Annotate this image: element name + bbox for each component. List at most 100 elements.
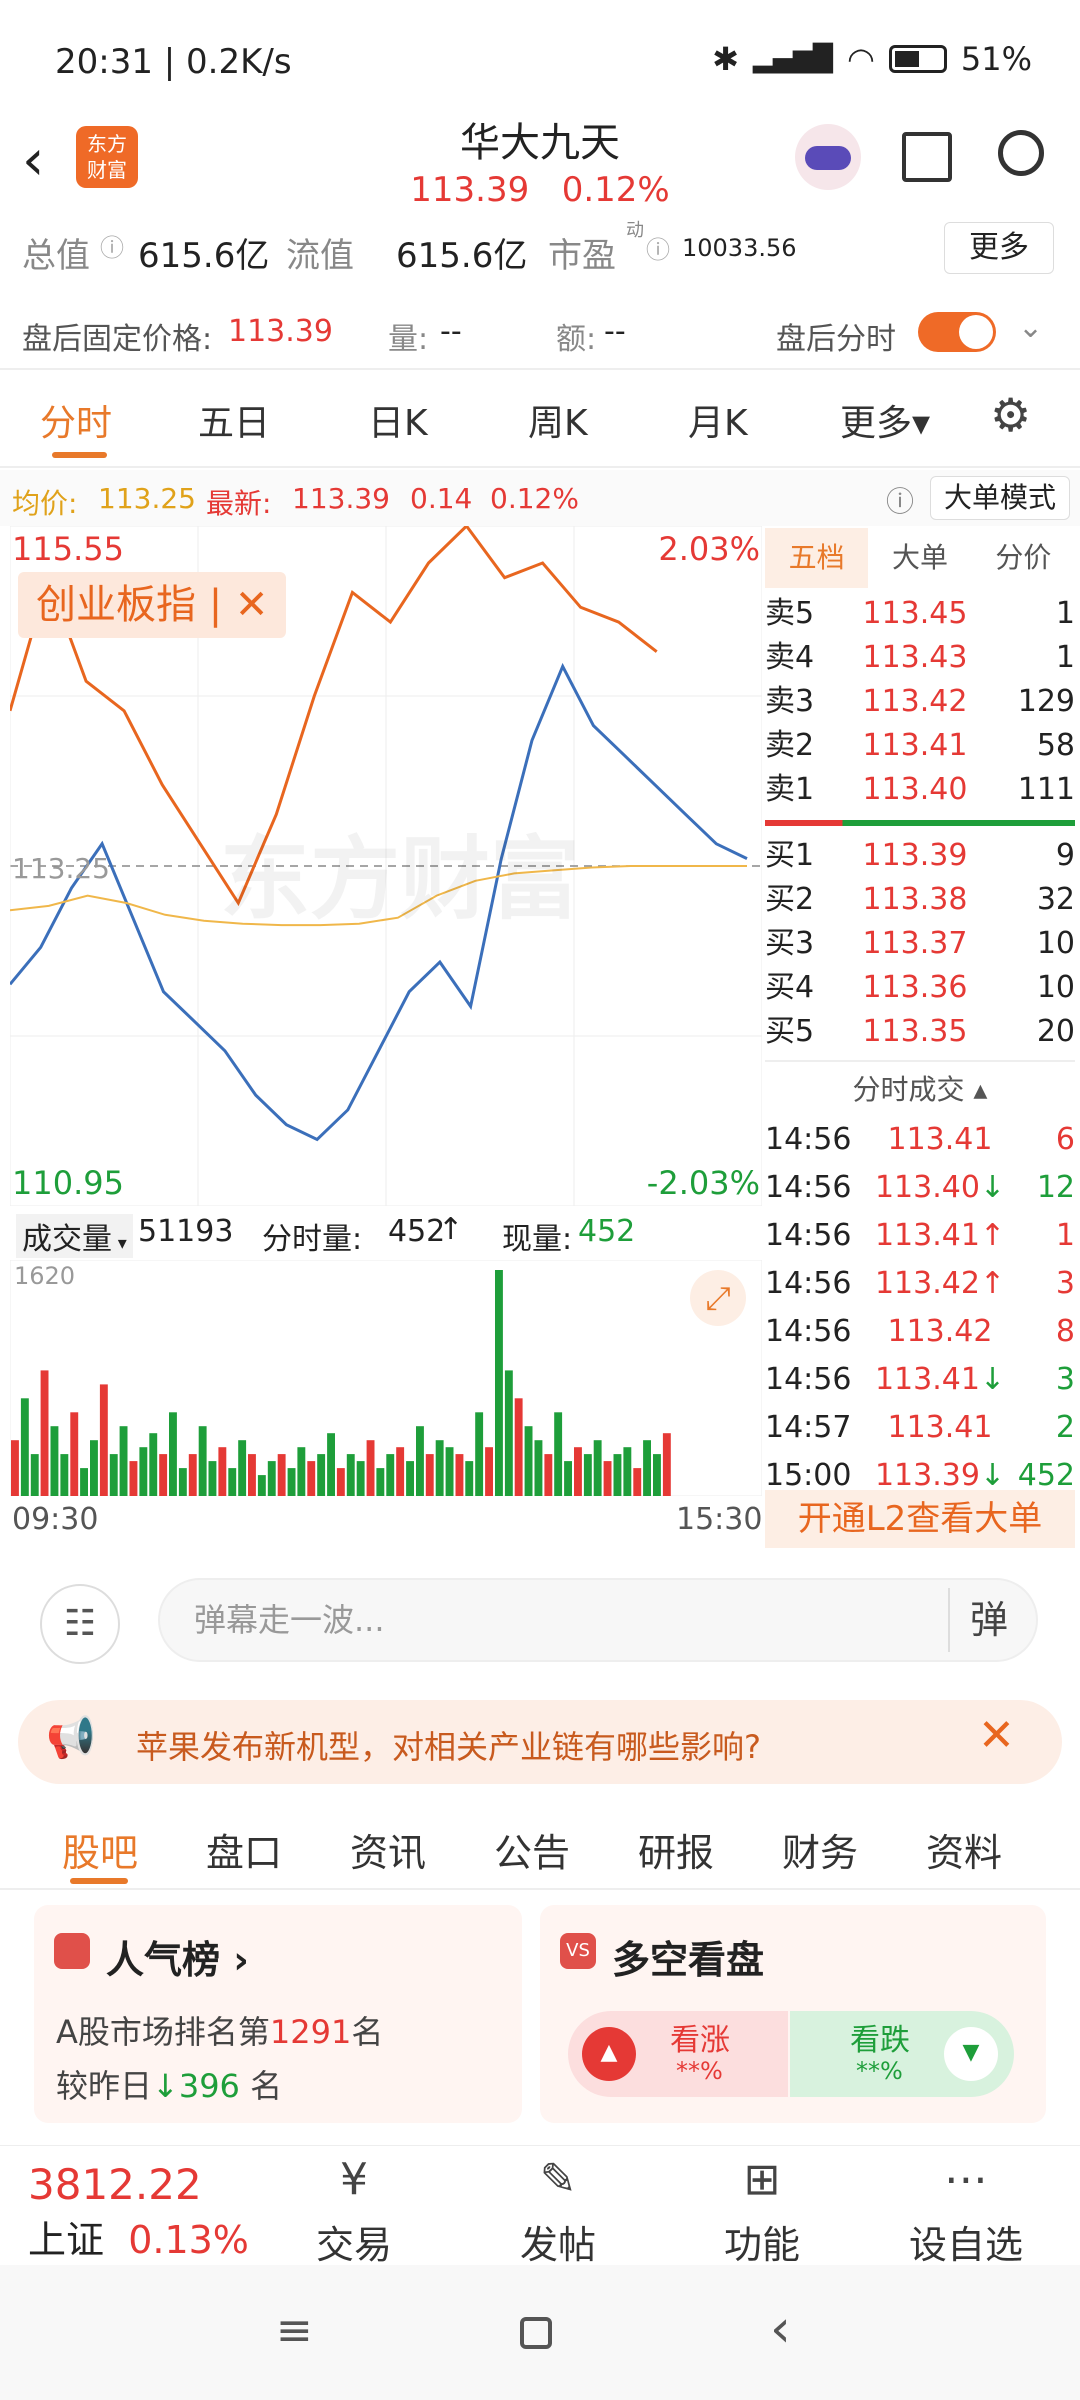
big-order-mode-button[interactable]: 大单模式 [930, 476, 1070, 520]
tab-big-orders[interactable]: 大单 [868, 528, 971, 588]
volume-bar [574, 1447, 582, 1496]
index-overlay-tag[interactable]: 创业板指 | ✕ [18, 572, 287, 638]
tab-daily-k[interactable]: 日K [368, 394, 428, 446]
vote-up-button[interactable]: ▲ 看涨 **% [568, 2011, 788, 2097]
tab-quote[interactable]: 盘口 [206, 1822, 282, 1877]
volume-bar [366, 1440, 375, 1496]
watermark: 东方财富 [220, 827, 580, 932]
tab-weekly-k[interactable]: 周K [528, 394, 588, 446]
search-icon[interactable] [998, 130, 1044, 176]
robot-assistant-icon[interactable] [795, 124, 861, 190]
vote-down-button[interactable]: 看跌 **% ▼ [790, 2011, 1014, 2097]
tab-research[interactable]: 研报 [638, 1822, 714, 1877]
tab-announcements[interactable]: 公告 [494, 1822, 570, 1877]
minute-volume: 452 [388, 1214, 446, 1249]
vote-down-value: **% [856, 2057, 903, 2085]
after-volume-label: 量: [388, 322, 429, 357]
volume-bar [208, 1461, 217, 1496]
trade-price: 113.41 [865, 1116, 1015, 1164]
tab-forum[interactable]: 股吧 [62, 1822, 138, 1877]
gear-icon[interactable]: ⚙ [990, 388, 1031, 442]
news-banner[interactable]: 📢 苹果发布新机型，对相关产业链有哪些影响? ✕ [18, 1700, 1062, 1784]
volume-bar [534, 1440, 543, 1496]
bid-level: 买4 [765, 970, 815, 1005]
trade-row: 14:56 113.41↓ 3 [765, 1356, 1075, 1404]
intraday-chart[interactable]: 115.55 2.03% 110.95 -2.03% 113.25 创业板指 |… [8, 523, 763, 1207]
after-chart-toggle[interactable] [918, 312, 996, 352]
more-stats-button[interactable]: 更多 [944, 222, 1054, 274]
volume-bar [376, 1468, 385, 1496]
help-icon[interactable]: ⓘ [886, 480, 914, 520]
volume-bar [514, 1398, 523, 1496]
tab-financials[interactable]: 财务 [782, 1822, 858, 1877]
home-icon[interactable] [520, 2317, 552, 2349]
tab-intraday[interactable]: 分时 [40, 394, 112, 446]
share-icon[interactable] [902, 132, 952, 182]
index-ticker[interactable]: 3812.22 上证 0.13% [28, 2160, 249, 2264]
volume-bar [455, 1454, 464, 1496]
popularity-card[interactable]: 人气榜 › A股市场排名第1291名 较昨日↓396 名 [34, 1905, 522, 2123]
trade-volume: 12 [1036, 1170, 1075, 1205]
ask-row: 卖5 113.45 1 [765, 592, 1075, 636]
tab-five-levels[interactable]: 五档 [765, 528, 869, 588]
tab-five-day[interactable]: 五日 [198, 394, 270, 446]
tab-price-dist[interactable]: 分价 [972, 528, 1075, 588]
time-end: 15:30 [676, 1502, 763, 1537]
trade-time: 14:56 [765, 1122, 852, 1157]
danmaku-toggle-button[interactable]: 弹 [948, 1588, 1028, 1652]
danmaku-input[interactable]: 弹幕走一波... [158, 1578, 1038, 1662]
ask-price: 113.45 [862, 596, 968, 631]
chart-ref-price: 113.25 [12, 852, 110, 885]
trade-price-value: 113.41 [887, 1410, 993, 1445]
up-triangle-icon: ▲ [582, 2027, 636, 2081]
tab-profile[interactable]: 资料 [926, 1822, 1002, 1877]
l2-upgrade-link[interactable]: 开通L2查看大单 [765, 1490, 1075, 1548]
signal-icon: ▂▄▆█ [752, 44, 833, 74]
volume-chart[interactable]: 1620 ⤢ [9, 1259, 763, 1497]
volume-bar [593, 1440, 602, 1496]
volume-bar [633, 1468, 642, 1496]
info-icon[interactable]: ⓘ [100, 228, 124, 263]
system-nav-bar: ≡ ‹ [0, 2265, 1080, 2400]
menu-icon[interactable]: ≡ [276, 2305, 313, 2356]
volume-bar [11, 1440, 19, 1496]
volume-bar [485, 1447, 493, 1496]
bid-volume: 32 [1036, 882, 1075, 917]
vote-down-label: 看跌 [850, 2023, 910, 2058]
close-icon[interactable]: ✕ [978, 1710, 1015, 1761]
avg-price-label: 均价: [12, 487, 78, 520]
expand-icon[interactable]: ⤢ [690, 1270, 746, 1326]
tab-monthly-k[interactable]: 月K [688, 394, 748, 446]
volume-total: 51193 [138, 1214, 234, 1249]
nav-functions[interactable]: ⊞ 功能 [692, 2154, 832, 2269]
danmaku-settings-icon[interactable]: ☷ [40, 1584, 120, 1664]
volume-selector[interactable]: 成交量 ▾ [16, 1214, 133, 1258]
chevron-down-icon[interactable]: ⌄ [1018, 310, 1043, 345]
trade-time: 14:56 [765, 1218, 852, 1253]
trade-time: 14:56 [765, 1266, 852, 1301]
volume-bar [80, 1468, 88, 1496]
ask-level: 卖5 [765, 596, 815, 631]
tab-more[interactable]: 更多▾ [840, 394, 930, 446]
volume-bar [346, 1454, 355, 1496]
time-start: 09:30 [12, 1502, 99, 1537]
nav-watchlist[interactable]: ⋯ 设自选 [896, 2154, 1036, 2269]
tab-news[interactable]: 资讯 [350, 1822, 426, 1877]
trade-list: 14:56 113.41 6 14:56 113.40↓ 12 14:56 11… [765, 1116, 1075, 1500]
battery-level: 51% [960, 40, 1032, 78]
trade-row: 14:56 113.42 8 [765, 1308, 1075, 1356]
back-nav-icon[interactable]: ‹ [770, 2299, 791, 2359]
nav-post[interactable]: ✎ 发帖 [488, 2154, 628, 2269]
volume-bar [356, 1461, 365, 1496]
volume-bar [228, 1468, 237, 1496]
trade-volume: 6 [1055, 1122, 1075, 1157]
ask-level: 卖2 [765, 728, 815, 763]
volume-bar [653, 1454, 661, 1496]
pe-info-icon[interactable]: ⓘ [646, 230, 670, 265]
edit-icon: ✎ [539, 2154, 577, 2205]
bid-volume: 9 [1055, 838, 1075, 873]
vote-up-label: 看涨 [670, 2023, 730, 2058]
trades-title[interactable]: 分时成交 ▴ [765, 1060, 1075, 1116]
nav-trade[interactable]: ¥ 交易 [284, 2154, 424, 2269]
volume-bar [297, 1447, 306, 1496]
